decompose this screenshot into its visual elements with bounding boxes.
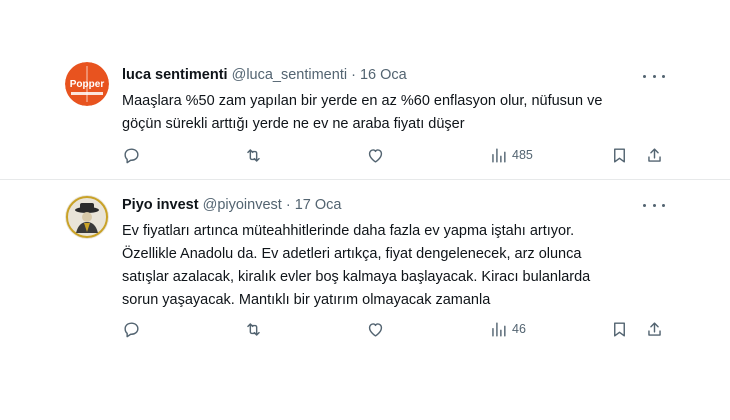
tweet[interactable]: Popper luca sentimenti @luca_sentimenti … <box>0 50 730 178</box>
tweet-actions: 46 <box>0 318 730 340</box>
tweet-text-line: göçün sürekli arttığı yerde ne ev ne ara… <box>122 116 465 132</box>
author-handle[interactable]: @luca_sentimenti <box>232 67 347 83</box>
more-icon[interactable] <box>643 200 665 210</box>
tweet-text-line: sorun yaşayacak. Mantıklı bir yatırım ol… <box>122 292 491 308</box>
tweet-date[interactable]: 17 Oca <box>295 197 342 213</box>
share-button[interactable] <box>645 318 664 340</box>
bookmark-icon <box>614 147 625 163</box>
retweet-icon <box>247 322 260 336</box>
heart-icon <box>368 322 383 337</box>
tweet-divider <box>0 179 730 180</box>
author-name[interactable]: luca sentimenti <box>122 67 228 83</box>
separator: · <box>285 197 291 213</box>
tweet-text-line: Maaşlara %50 zam yapılan bir yerde en az… <box>122 93 603 109</box>
retweet-button[interactable] <box>244 144 263 166</box>
views-chart-icon <box>492 147 506 163</box>
tweet-header: Piyo invest @piyoinvest · 17 Oca <box>122 197 341 213</box>
views-button[interactable]: 46 <box>489 318 526 340</box>
tweet-text-line: Ev fiyatları artınca müteahhitlerinde da… <box>122 223 575 239</box>
share-icon <box>648 147 661 162</box>
author-handle[interactable]: @piyoinvest <box>203 197 282 213</box>
tweet-text-line: satışlar azalacak, kiralık evler boş kal… <box>122 269 591 285</box>
tweet-text-line: Özellikle Anadolu da. Ev adetleri artıkç… <box>122 246 582 262</box>
avatar[interactable]: Popper <box>65 62 109 106</box>
tweet-date[interactable]: 16 Oca <box>360 67 407 83</box>
reply-icon <box>124 147 139 163</box>
avatar-logo-text: Popper <box>70 79 105 90</box>
tweet-actions: 485 <box>0 144 730 166</box>
retweet-button[interactable] <box>244 318 263 340</box>
tweet-header: luca sentimenti @luca_sentimenti · 16 Oc… <box>122 67 407 83</box>
views-button[interactable]: 485 <box>489 144 533 166</box>
share-button[interactable] <box>645 144 664 166</box>
bookmark-button[interactable] <box>610 144 629 166</box>
tweet[interactable]: Piyo invest @piyoinvest · 17 Oca Ev fiya… <box>0 181 730 351</box>
reply-button[interactable] <box>122 144 141 166</box>
author-name[interactable]: Piyo invest <box>122 197 199 213</box>
views-chart-icon <box>492 321 506 337</box>
heart-icon <box>368 148 383 163</box>
tweet-text: Maaşlara %50 zam yapılan bir yerde en az… <box>122 90 662 136</box>
retweet-icon <box>247 148 260 162</box>
reply-icon <box>124 321 139 337</box>
separator: · <box>351 67 356 83</box>
more-icon[interactable] <box>643 71 665 81</box>
bookmark-icon <box>614 321 625 337</box>
detective-avatar-icon <box>65 195 109 239</box>
popper-logo-icon: Popper <box>65 62 109 106</box>
bookmark-button[interactable] <box>610 318 629 340</box>
tweet-text: Ev fiyatları artınca müteahhitlerinde da… <box>122 220 662 312</box>
view-count: 46 <box>512 322 526 336</box>
avatar[interactable] <box>65 195 109 239</box>
view-count: 485 <box>512 148 533 162</box>
reply-button[interactable] <box>122 318 141 340</box>
like-button[interactable] <box>366 144 385 166</box>
share-icon <box>648 321 661 336</box>
like-button[interactable] <box>366 318 385 340</box>
